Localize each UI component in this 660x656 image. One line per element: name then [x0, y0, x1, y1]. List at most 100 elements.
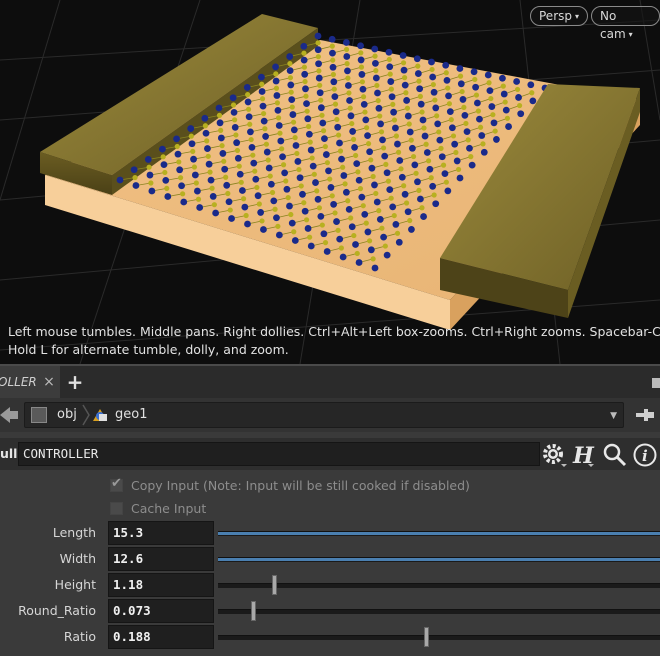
atom-blue — [442, 61, 450, 69]
atom-yellow — [273, 85, 280, 91]
3d-viewport[interactable]: Persp ▾ No cam ▾ Left mouse tumbles. Middl… — [0, 0, 660, 364]
atom-blue — [288, 219, 296, 227]
param-value-input[interactable]: 15.3 — [108, 521, 214, 545]
back-arrow-icon[interactable] — [0, 405, 18, 425]
search-icon[interactable] — [602, 442, 628, 468]
atom-yellow — [431, 192, 437, 198]
atom-yellow — [450, 133, 457, 139]
atom-yellow — [423, 141, 429, 147]
atom-yellow — [252, 168, 258, 174]
atom-blue — [164, 193, 172, 200]
atom-blue — [307, 242, 315, 250]
atom-blue — [176, 166, 184, 174]
atom-yellow — [330, 57, 336, 63]
atom-yellow — [267, 173, 273, 179]
atom-yellow — [259, 218, 265, 224]
atom-blue — [146, 171, 154, 179]
atom-blue — [359, 85, 367, 93]
atom-yellow — [225, 190, 231, 197]
atom-blue — [367, 246, 375, 254]
param-slider[interactable] — [218, 557, 660, 562]
param-round-ratio: Round_Ratio 0.073 — [0, 599, 660, 623]
atom-yellow — [288, 89, 294, 95]
atom-yellow — [428, 175, 434, 181]
atom-blue — [434, 120, 442, 128]
atom-blue — [386, 63, 394, 71]
atom-yellow — [398, 166, 404, 172]
atom-blue — [234, 154, 242, 162]
atom-blue — [223, 181, 231, 189]
atom-blue — [429, 73, 437, 81]
atom-yellow — [202, 123, 209, 129]
node-name-input[interactable]: CONTROLLER — [18, 442, 540, 466]
param-slider[interactable] — [218, 531, 660, 536]
atom-blue — [390, 108, 398, 116]
slider-handle[interactable] — [272, 575, 278, 595]
atom-yellow — [280, 162, 287, 168]
camera-menu-button[interactable]: No cam ▾ — [591, 6, 660, 41]
atom-yellow — [272, 206, 278, 212]
param-value-input[interactable]: 12.6 — [108, 547, 214, 571]
gear-icon[interactable] — [541, 442, 567, 468]
atom-yellow — [345, 198, 351, 204]
atom-blue — [468, 161, 476, 169]
atom-yellow — [388, 195, 394, 201]
param-value-input[interactable]: 0.188 — [108, 625, 214, 649]
atom-yellow — [400, 60, 407, 66]
pane-menu-icon[interactable] — [652, 378, 660, 388]
param-value-input[interactable]: 1.18 — [108, 573, 214, 597]
atom-yellow — [296, 166, 302, 173]
help-h-icon[interactable]: H — [570, 442, 596, 468]
add-tab-icon[interactable]: + — [64, 366, 86, 398]
cache-input-checkbox[interactable]: Cache Input — [110, 501, 206, 516]
atom-yellow — [395, 149, 402, 155]
atom-blue — [263, 148, 271, 156]
atom-blue — [228, 215, 235, 222]
atom-yellow — [416, 187, 422, 193]
atom-blue — [236, 170, 244, 178]
atom-yellow — [248, 136, 254, 143]
atom-blue — [270, 197, 278, 205]
param-slider[interactable] — [218, 627, 660, 647]
atom-yellow — [332, 210, 338, 216]
atom-yellow — [359, 79, 365, 85]
atom-yellow — [262, 126, 268, 132]
atom-yellow — [288, 211, 294, 218]
atom-blue — [342, 39, 350, 46]
hint-line: Hold L for alternate tumble, dolly, and … — [8, 342, 289, 357]
atom-yellow — [245, 106, 252, 112]
atom-blue — [478, 132, 486, 139]
path-crumb-geo1[interactable]: geo1 — [115, 407, 147, 422]
atom-yellow — [463, 120, 469, 127]
chevron-down-icon[interactable]: ▼ — [610, 411, 617, 421]
copy-input-checkbox[interactable]: ✔ Copy Input (Note: Input will be still c… — [110, 476, 470, 493]
tab-label: OLLER — [0, 375, 37, 389]
param-slider[interactable] — [218, 575, 660, 595]
path-field[interactable]: obj geo1 ▼ — [24, 402, 624, 428]
atom-blue — [286, 202, 293, 210]
atom-blue — [286, 67, 294, 74]
checkbox-box[interactable] — [110, 502, 123, 515]
slider-handle[interactable] — [250, 601, 256, 621]
param-value-input[interactable]: 0.073 — [108, 599, 214, 623]
atom-yellow — [307, 234, 313, 240]
pin-icon[interactable] — [634, 404, 656, 426]
atom-blue — [202, 129, 210, 137]
slider-handle[interactable] — [424, 627, 430, 647]
perspective-menu-button[interactable]: Persp ▾ — [530, 6, 589, 26]
atom-yellow — [132, 174, 138, 181]
checkbox-box[interactable]: ✔ — [110, 476, 123, 492]
close-icon[interactable]: × — [40, 366, 58, 398]
atom-yellow — [230, 102, 237, 108]
atom-yellow — [174, 143, 180, 150]
info-icon[interactable]: i — [632, 442, 658, 468]
atom-yellow — [353, 152, 359, 159]
atom-yellow — [363, 220, 369, 226]
atom-yellow — [461, 104, 467, 110]
path-crumb-obj[interactable]: obj — [57, 407, 77, 422]
atom-blue — [357, 42, 364, 50]
node-name-row: ull CONTROLLER H i — [0, 438, 660, 470]
param-slider[interactable] — [218, 601, 660, 621]
atom-yellow — [221, 158, 227, 164]
atom-yellow — [209, 185, 215, 191]
